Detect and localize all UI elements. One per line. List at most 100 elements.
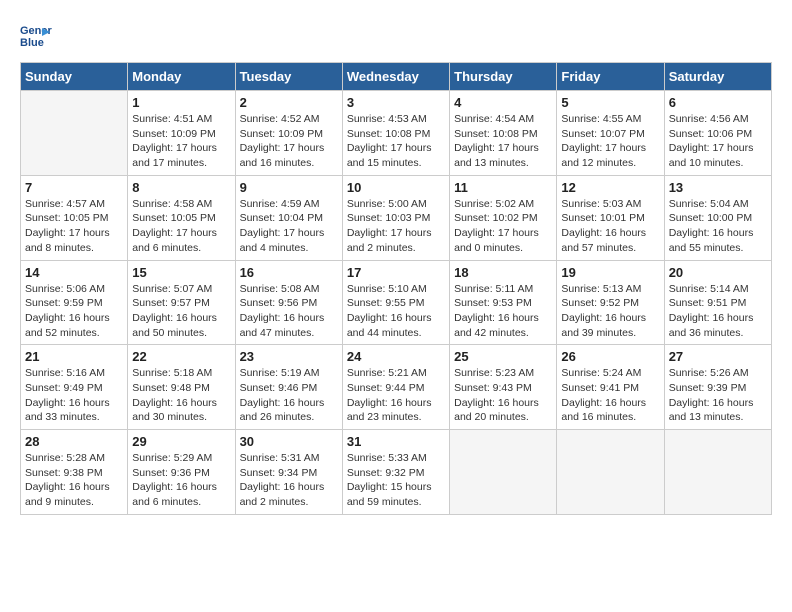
week-row-3: 14 Sunrise: 5:06 AM Sunset: 9:59 PM Dayli… [21, 260, 772, 345]
week-row-5: 28 Sunrise: 5:28 AM Sunset: 9:38 PM Dayli… [21, 430, 772, 515]
day-cell: 10 Sunrise: 5:00 AM Sunset: 10:03 PM Dayl… [342, 175, 449, 260]
day-cell: 8 Sunrise: 4:58 AM Sunset: 10:05 PM Dayli… [128, 175, 235, 260]
day-info: Sunrise: 5:10 AM Sunset: 9:55 PM Dayligh… [347, 282, 445, 341]
day-number: 10 [347, 180, 445, 195]
day-cell [557, 430, 664, 515]
day-info: Sunrise: 4:51 AM Sunset: 10:09 PM Daylig… [132, 112, 230, 171]
day-cell: 5 Sunrise: 4:55 AM Sunset: 10:07 PM Dayli… [557, 91, 664, 176]
week-row-2: 7 Sunrise: 4:57 AM Sunset: 10:05 PM Dayli… [21, 175, 772, 260]
col-header-saturday: Saturday [664, 63, 771, 91]
day-cell: 24Sunrise: 5:21 AM Sunset: 9:44 PM Dayli… [342, 345, 449, 430]
day-cell: 16 Sunrise: 5:08 AM Sunset: 9:56 PM Dayli… [235, 260, 342, 345]
day-number: 7 [25, 180, 123, 195]
week-row-1: 1 Sunrise: 4:51 AM Sunset: 10:09 PM Dayli… [21, 91, 772, 176]
day-info: Sunrise: 4:57 AM Sunset: 10:05 PM Daylig… [25, 197, 123, 256]
day-number: 4 [454, 95, 552, 110]
day-number: 3 [347, 95, 445, 110]
day-cell: 2 Sunrise: 4:52 AM Sunset: 10:09 PM Dayli… [235, 91, 342, 176]
day-number: 6 [669, 95, 767, 110]
col-header-tuesday: Tuesday [235, 63, 342, 91]
day-info: Sunrise: 5:13 AM Sunset: 9:52 PM Dayligh… [561, 282, 659, 341]
day-number: 30 [240, 434, 338, 449]
day-number: 18 [454, 265, 552, 280]
day-info: Sunrise: 5:00 AM Sunset: 10:03 PM Daylig… [347, 197, 445, 256]
logo: General Blue [20, 20, 56, 52]
day-cell: 31 Sunrise: 5:33 AM Sunset: 9:32 PM Dayli… [342, 430, 449, 515]
day-number: 14 [25, 265, 123, 280]
day-cell [664, 430, 771, 515]
day-info: Sunrise: 5:29 AM Sunset: 9:36 PM Dayligh… [132, 451, 230, 510]
day-number: 5 [561, 95, 659, 110]
day-cell: 27 Sunrise: 5:26 AM Sunset: 9:39 PM Dayli… [664, 345, 771, 430]
day-number: 24 [347, 349, 445, 364]
day-number: 22 [132, 349, 230, 364]
col-header-wednesday: Wednesday [342, 63, 449, 91]
day-cell: 20 Sunrise: 5:14 AM Sunset: 9:51 PM Dayli… [664, 260, 771, 345]
day-info: Sunrise: 4:56 AM Sunset: 10:06 PM Daylig… [669, 112, 767, 171]
day-info: Sunrise: 5:18 AM Sunset: 9:48 PM Dayligh… [132, 366, 230, 425]
day-info: Sunrise: 5:16 AM Sunset: 9:49 PM Dayligh… [25, 366, 123, 425]
day-cell: 30 Sunrise: 5:31 AM Sunset: 9:34 PM Dayli… [235, 430, 342, 515]
day-number: 13 [669, 180, 767, 195]
svg-text:Blue: Blue [20, 37, 44, 49]
day-cell: 15 Sunrise: 5:07 AM Sunset: 9:57 PM Dayli… [128, 260, 235, 345]
day-info: Sunrise: 5:31 AM Sunset: 9:34 PM Dayligh… [240, 451, 338, 510]
day-number: 25 [454, 349, 552, 364]
calendar-table: SundayMondayTuesdayWednesdayThursdayFrid… [20, 62, 772, 515]
col-header-thursday: Thursday [450, 63, 557, 91]
week-row-4: 21 Sunrise: 5:16 AM Sunset: 9:49 PM Dayli… [21, 345, 772, 430]
col-header-monday: Monday [128, 63, 235, 91]
day-info: Sunrise: 4:58 AM Sunset: 10:05 PM Daylig… [132, 197, 230, 256]
col-header-friday: Friday [557, 63, 664, 91]
day-info: Sunrise: 5:07 AM Sunset: 9:57 PM Dayligh… [132, 282, 230, 341]
day-info: Sunrise: 5:08 AM Sunset: 9:56 PM Dayligh… [240, 282, 338, 341]
day-number: 15 [132, 265, 230, 280]
day-number: 16 [240, 265, 338, 280]
day-info: Sunrise: 5:24 AM Sunset: 9:41 PM Dayligh… [561, 366, 659, 425]
day-number: 27 [669, 349, 767, 364]
day-info: Sunrise: 4:52 AM Sunset: 10:09 PM Daylig… [240, 112, 338, 171]
day-number: 21 [25, 349, 123, 364]
day-cell: 3 Sunrise: 4:53 AM Sunset: 10:08 PM Dayli… [342, 91, 449, 176]
day-number: 31 [347, 434, 445, 449]
day-number: 1 [132, 95, 230, 110]
day-info: Sunrise: 5:11 AM Sunset: 9:53 PM Dayligh… [454, 282, 552, 341]
day-cell: 21 Sunrise: 5:16 AM Sunset: 9:49 PM Dayli… [21, 345, 128, 430]
day-number: 9 [240, 180, 338, 195]
col-header-sunday: Sunday [21, 63, 128, 91]
day-info: Sunrise: 5:26 AM Sunset: 9:39 PM Dayligh… [669, 366, 767, 425]
day-cell: 25Sunrise: 5:23 AM Sunset: 9:43 PM Dayli… [450, 345, 557, 430]
day-number: 26 [561, 349, 659, 364]
day-info: Sunrise: 5:33 AM Sunset: 9:32 PM Dayligh… [347, 451, 445, 510]
day-cell: 28 Sunrise: 5:28 AM Sunset: 9:38 PM Dayli… [21, 430, 128, 515]
day-info: Sunrise: 5:06 AM Sunset: 9:59 PM Dayligh… [25, 282, 123, 341]
day-info: Sunrise: 4:55 AM Sunset: 10:07 PM Daylig… [561, 112, 659, 171]
day-number: 2 [240, 95, 338, 110]
day-cell: 19 Sunrise: 5:13 AM Sunset: 9:52 PM Dayli… [557, 260, 664, 345]
header-row: SundayMondayTuesdayWednesdayThursdayFrid… [21, 63, 772, 91]
day-number: 8 [132, 180, 230, 195]
day-number: 23 [240, 349, 338, 364]
day-info: Sunrise: 5:04 AM Sunset: 10:00 PM Daylig… [669, 197, 767, 256]
day-info: Sunrise: 4:59 AM Sunset: 10:04 PM Daylig… [240, 197, 338, 256]
day-number: 12 [561, 180, 659, 195]
day-cell: 1 Sunrise: 4:51 AM Sunset: 10:09 PM Dayli… [128, 91, 235, 176]
day-info: Sunrise: 5:14 AM Sunset: 9:51 PM Dayligh… [669, 282, 767, 341]
day-info: Sunrise: 5:03 AM Sunset: 10:01 PM Daylig… [561, 197, 659, 256]
day-cell: 23 Sunrise: 5:19 AM Sunset: 9:46 PM Dayli… [235, 345, 342, 430]
day-cell: 7 Sunrise: 4:57 AM Sunset: 10:05 PM Dayli… [21, 175, 128, 260]
day-cell: 17Sunrise: 5:10 AM Sunset: 9:55 PM Dayli… [342, 260, 449, 345]
day-number: 19 [561, 265, 659, 280]
day-info: Sunrise: 5:19 AM Sunset: 9:46 PM Dayligh… [240, 366, 338, 425]
day-cell: 18 Sunrise: 5:11 AM Sunset: 9:53 PM Dayli… [450, 260, 557, 345]
day-number: 29 [132, 434, 230, 449]
day-cell [21, 91, 128, 176]
logo-icon: General Blue [20, 20, 52, 52]
day-info: Sunrise: 4:54 AM Sunset: 10:08 PM Daylig… [454, 112, 552, 171]
day-number: 28 [25, 434, 123, 449]
day-number: 20 [669, 265, 767, 280]
day-info: Sunrise: 4:53 AM Sunset: 10:08 PM Daylig… [347, 112, 445, 171]
day-cell: 29 Sunrise: 5:29 AM Sunset: 9:36 PM Dayli… [128, 430, 235, 515]
day-cell: 6 Sunrise: 4:56 AM Sunset: 10:06 PM Dayli… [664, 91, 771, 176]
day-info: Sunrise: 5:28 AM Sunset: 9:38 PM Dayligh… [25, 451, 123, 510]
